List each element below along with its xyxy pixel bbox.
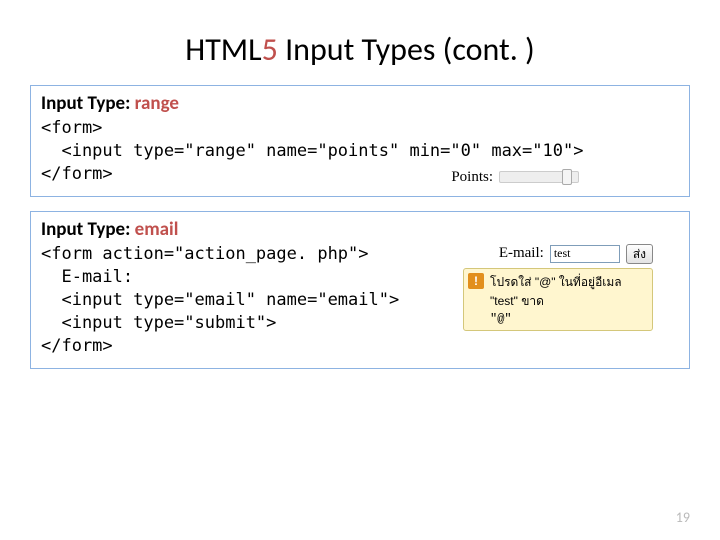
render-email-label: E-mail: <box>499 245 544 262</box>
section-email: Input Type: email <form action="action_p… <box>30 211 690 369</box>
page-title: HTML5 Input Types (cont. ) <box>30 30 690 69</box>
render-email: E-mail: ส่ง ! โปรดใส่ "@" ในที่อยู่อีเมล… <box>463 244 653 331</box>
section-range: Input Type: range <form> <input type="ra… <box>30 85 690 197</box>
tooltip-line1: โปรดใส่ "@" ในที่อยู่อีเมล "test" ขาด <box>490 275 622 308</box>
title-text-a: HTML <box>185 30 261 69</box>
code-range: <form> <input type="range" name="points"… <box>41 117 679 186</box>
section-email-title: Input Type: email <box>41 218 679 241</box>
title-five: 5 <box>262 30 278 69</box>
submit-button[interactable]: ส่ง <box>626 244 653 264</box>
render-range: Points: <box>451 169 579 186</box>
section-email-keyword: email <box>135 218 179 241</box>
tooltip-line2: "@" <box>490 312 512 326</box>
section-email-label: Input Type: <box>41 218 135 241</box>
section-range-keyword: range <box>135 92 179 115</box>
tooltip-text: โปรดใส่ "@" ในที่อยู่อีเมล "test" ขาด "@… <box>490 273 646 326</box>
section-range-label: Input Type: <box>41 92 135 115</box>
slide: HTML5 Input Types (cont. ) Input Type: r… <box>0 0 720 540</box>
warning-icon: ! <box>468 273 484 289</box>
slider-thumb-icon[interactable] <box>562 169 572 185</box>
validation-tooltip: ! โปรดใส่ "@" ในที่อยู่อีเมล "test" ขาด … <box>463 268 653 331</box>
page-number: 19 <box>676 509 690 526</box>
section-range-title: Input Type: range <box>41 92 679 115</box>
title-text-b: Input Types (cont. ) <box>278 30 535 69</box>
render-range-label: Points: <box>451 169 493 186</box>
email-field[interactable] <box>550 245 620 263</box>
range-slider[interactable] <box>499 171 579 183</box>
render-email-row: E-mail: ส่ง <box>499 244 653 264</box>
